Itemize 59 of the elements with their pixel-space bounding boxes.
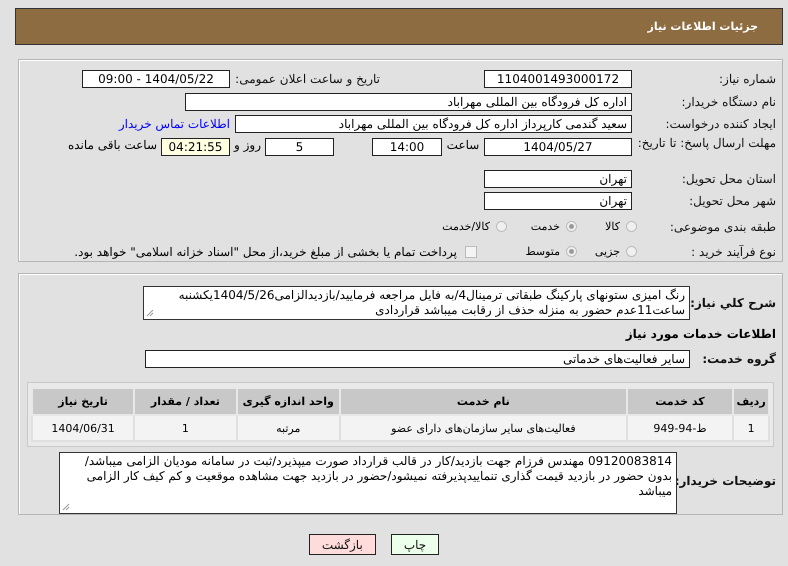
column-header: تاریخ نیاز xyxy=(32,388,134,415)
buyer-notes-field: 09120083814 مهندس فرزام جهت بازدید/کار در قالب قرارداد صورت میپذیرد/ثبت در سامانه مودیان الزامی میباشد/بدون حضور در بازدید قیمت گذاری تنماییدپذیرفته نمیشود/حضور در بازدید جهت مشاهده موقعیت و کم کیف کار الزامی میباشد xyxy=(59,452,677,514)
column-header: واحد اندازه گیری xyxy=(236,388,340,415)
deadline-date-field: 1404/05/27 xyxy=(484,138,632,156)
radio-button[interactable] xyxy=(626,221,637,232)
field-label: تاریخ و ساعت اعلان عمومی: xyxy=(234,72,380,86)
page-title: جزئیات اطلاعات نیاز xyxy=(648,20,758,33)
table-cell: 1404/06/31 xyxy=(32,415,134,441)
deadline-time-field: 14:00 xyxy=(372,138,442,156)
resize-grip-icon xyxy=(62,503,70,511)
city-field: تهران xyxy=(484,192,632,210)
province-field: تهران xyxy=(484,170,632,188)
field-label: مهلت ارسال پاسخ: تا تاریخ: xyxy=(636,136,777,150)
table-cell: 1 xyxy=(733,415,769,441)
field-label: ایجاد کننده درخواست: xyxy=(664,117,777,132)
option-label: کالا xyxy=(605,220,620,233)
field-label: طبقه بندی موضوعی: xyxy=(668,220,777,234)
buyer-contact-link[interactable]: اطلاعات تماس خریدار xyxy=(118,117,230,132)
checkbox[interactable] xyxy=(465,246,477,258)
field-label: نام دستگاه خریدار: xyxy=(680,94,777,109)
table-cell: فعالیت‌های سایر سازمان‌های دارای عضو xyxy=(340,415,627,441)
table-cell: 1 xyxy=(134,415,237,441)
back-button[interactable]: بازگشت xyxy=(308,534,376,555)
payment-note: پرداخت تمام یا بخشی از مبلغ خرید،از محل "اسناد خزانه اسلامی" خواهد بود. xyxy=(74,244,457,258)
column-header: تعداد / مقدار xyxy=(134,388,237,415)
table-cell: مرتبه xyxy=(236,415,340,441)
announce-date-field: 1404/05/22 - 09:00 xyxy=(82,70,230,88)
buyer-org-field: اداره کل فرودگاه بین المللی مهراباد xyxy=(185,92,632,111)
remaining-time-field: 04:21:55 xyxy=(161,138,230,156)
option-label: کالا/خدمت xyxy=(442,220,490,233)
section-title: اطلاعات خدمات مورد نياز xyxy=(626,326,777,340)
description-field: رنگ امیزی ستونهای پارکینگ طبقاتی ترمینال4/به فایل مراجعه فرمایید/بازدیدالزامی1404/5/26یکشنبه ساعت11عدم حضور به منزله حذف از رقابت میباشد قراردادی xyxy=(143,286,690,320)
field-label: شهر محل تحویل: xyxy=(688,194,777,208)
option-label: خدمت xyxy=(530,220,560,233)
resize-grip-icon xyxy=(146,309,154,317)
field-label: ساعت باقی مانده xyxy=(68,138,157,152)
field-label: شماره نیاز: xyxy=(718,72,777,86)
column-header: نام خدمت xyxy=(340,388,627,415)
field-label: استان محل تحویل: xyxy=(680,172,777,186)
field-label: نوع فرآیند خرید : xyxy=(690,244,777,258)
radio-button[interactable] xyxy=(566,221,577,232)
radio-button[interactable] xyxy=(626,246,637,257)
field-label: توضیحات خریدار: xyxy=(677,473,777,490)
days-field: 5 xyxy=(265,138,334,156)
field-label: روز و xyxy=(232,138,262,152)
column-header: کد خدمت xyxy=(626,388,734,415)
table-cell: ط-94-949 xyxy=(626,415,734,441)
field-label: ساعت xyxy=(446,138,480,152)
print-button[interactable]: چاپ xyxy=(390,534,440,555)
need-number-field: 1104001493000172 xyxy=(484,70,632,88)
radio-button[interactable] xyxy=(496,221,507,232)
field-label: گروه خدمت: xyxy=(701,352,777,366)
field-label: شرح کلي نياز: xyxy=(690,296,777,310)
requester-field: سعید گندمی کارپرداز اداره کل فرودگاه بین المللی مهراباد xyxy=(235,115,632,134)
option-label: جزیی xyxy=(594,245,620,258)
radio-button[interactable] xyxy=(566,246,577,257)
column-header: ردیف xyxy=(733,388,769,415)
service-group-field: سایر فعالیت‌های خدماتی xyxy=(145,350,690,368)
option-label: متوسط xyxy=(525,245,560,258)
